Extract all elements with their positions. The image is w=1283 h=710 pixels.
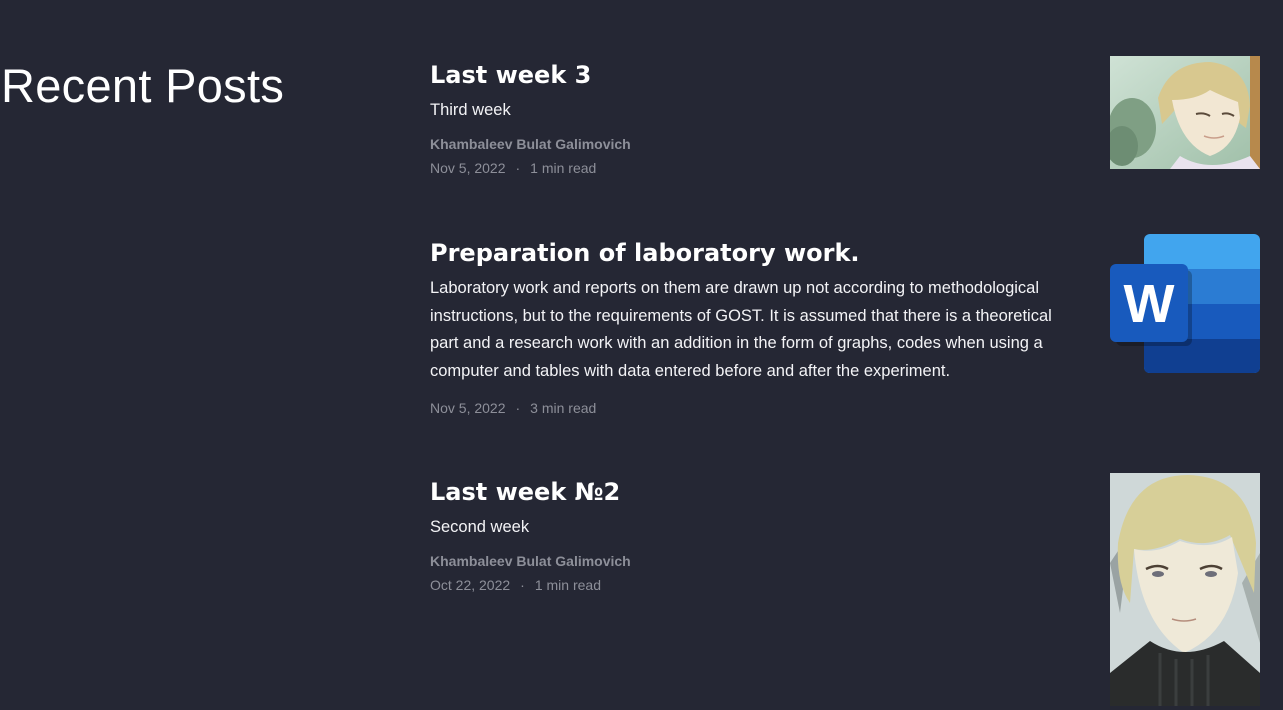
- post-date: Oct 22, 2022: [430, 576, 511, 593]
- post-card: Last week 3 Third week Khambaleev Bulat …: [430, 60, 1080, 180]
- post-read-time: 3 min read: [530, 400, 597, 416]
- microsoft-word-logo-icon: W: [1110, 234, 1260, 373]
- post-read-time: 1 min read: [530, 159, 597, 176]
- post-title[interactable]: Last week №2: [430, 477, 1080, 507]
- meta-separator: ·: [515, 400, 521, 416]
- meta-separator: ·: [520, 576, 525, 593]
- post-thumbnail[interactable]: W: [1110, 232, 1260, 375]
- post-card: Preparation of laboratory work. Laborato…: [430, 238, 1080, 420]
- post-title[interactable]: Last week 3: [430, 60, 1080, 90]
- anime-character-portrait-icon: [1110, 473, 1260, 706]
- post-date: Nov 5, 2022: [430, 159, 506, 176]
- post-thumbnail[interactable]: [1110, 473, 1260, 706]
- word-logo-letter: W: [1124, 274, 1175, 334]
- post-excerpt: Second week: [430, 518, 530, 536]
- post-excerpt: Third week: [430, 101, 511, 119]
- post-read-time: 1 min read: [534, 576, 601, 593]
- section-title: Recent Posts: [1, 59, 285, 112]
- post-date: Nov 5, 2022: [430, 400, 506, 416]
- post-title[interactable]: Preparation of laboratory work.: [430, 238, 1080, 268]
- post-card: Last week №2 Second week Khambaleev Bula…: [430, 477, 1080, 597]
- post-meta: Nov 5, 2022 · 1 min read: [430, 156, 1080, 180]
- post-excerpt: Laboratory work and reports on them are …: [430, 279, 1052, 380]
- meta-separator: ·: [515, 159, 521, 176]
- post-author[interactable]: Khambaleev Bulat Galimovich: [430, 549, 1080, 573]
- post-meta: Oct 22, 2022 · 1 min read: [430, 573, 1080, 597]
- post-thumbnail[interactable]: [1110, 56, 1260, 169]
- post-author[interactable]: Khambaleev Bulat Galimovich: [430, 132, 1080, 156]
- post-meta: Nov 5, 2022 · 3 min read: [430, 396, 1080, 420]
- anime-character-portrait-icon: [1110, 56, 1260, 169]
